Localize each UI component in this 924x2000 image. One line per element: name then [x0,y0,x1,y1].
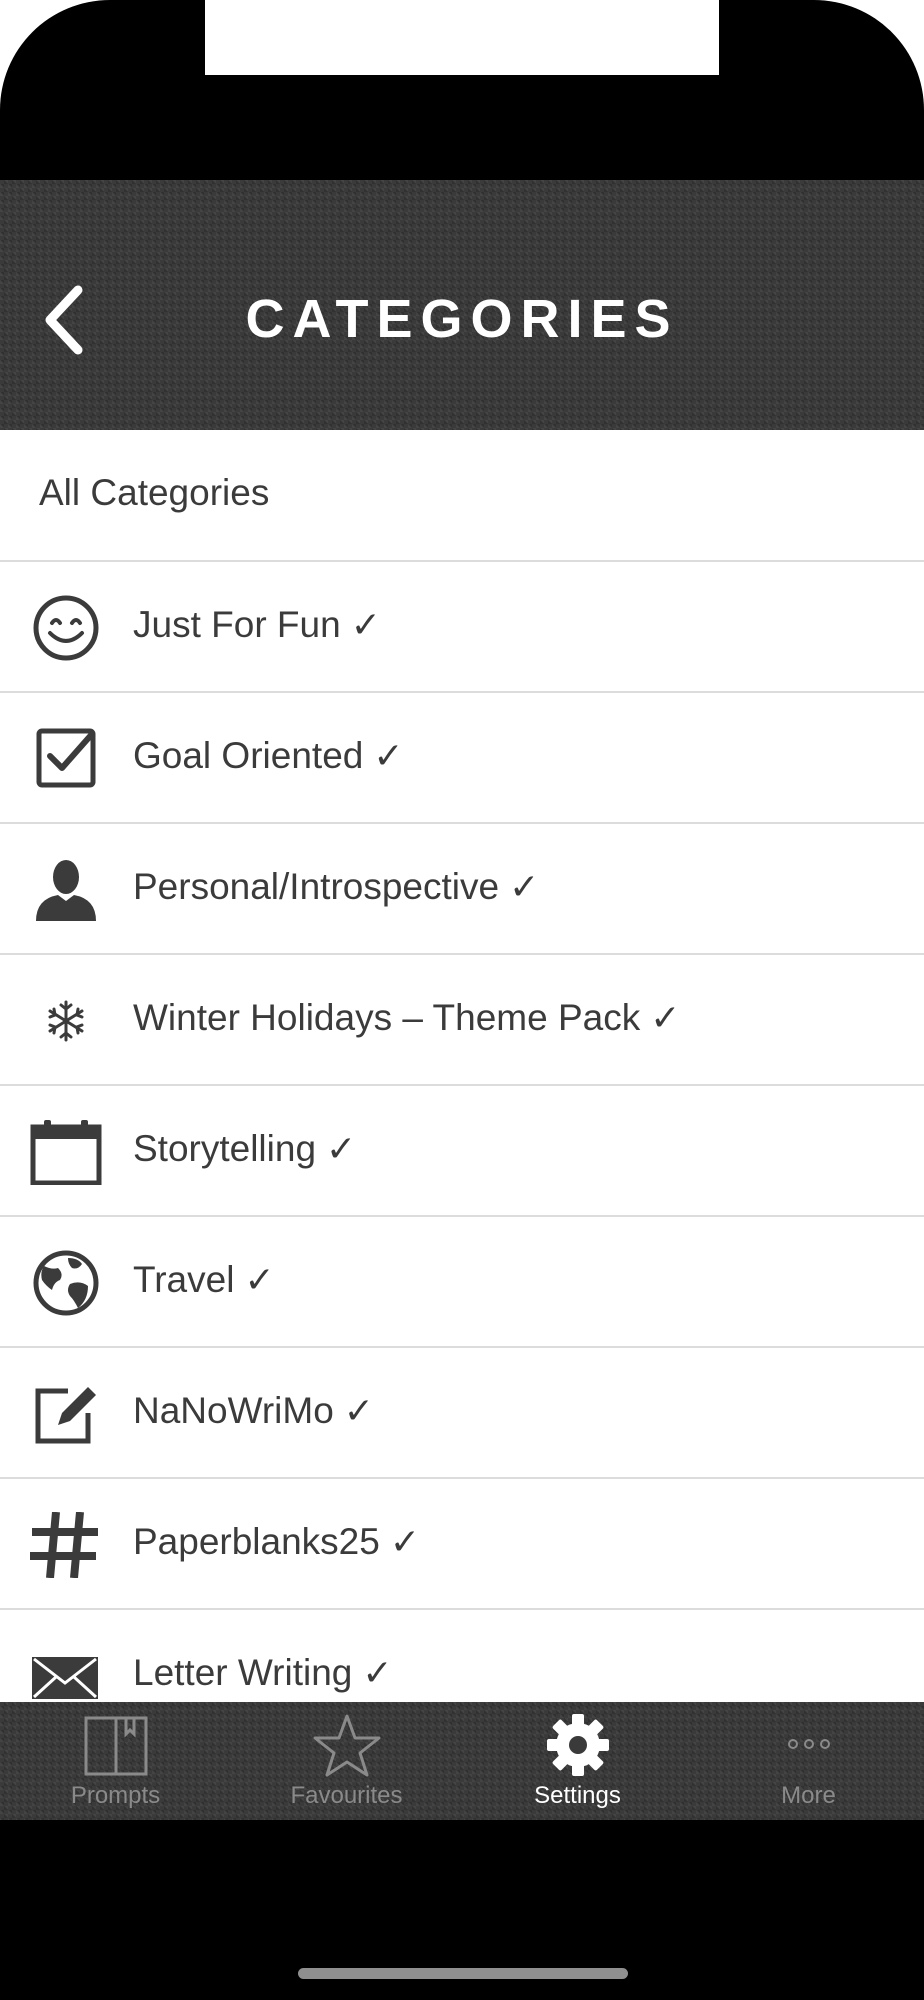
tab-settings[interactable]: Settings [462,1702,693,1820]
calendar-icon [28,1119,104,1186]
list-item[interactable]: Goal Oriented ✓ [0,693,924,824]
navigation-bar: CATEGORIES [0,180,924,430]
snowflake-icon [28,988,104,1054]
list-item-label: Personal/Introspective ✓ [133,866,540,907]
more-dots-icon [775,1712,843,1778]
list-item[interactable]: Travel ✓ [0,1217,924,1348]
book-icon [82,1712,150,1778]
edit-icon [28,1381,104,1447]
checkmark-icon: ✓ [509,866,540,907]
page-title: CATEGORIES [245,289,679,349]
checkmark-icon: ✓ [389,1521,421,1562]
notch-screen-cut [205,0,719,75]
tab-prompts[interactable]: Prompts [0,1702,231,1820]
tab-bar: Prompts Favourites Settings More [0,1702,924,1820]
tab-favourites[interactable]: Favourites [231,1702,462,1820]
checkmark-icon: ✓ [650,997,681,1038]
list-item[interactable]: NaNoWriMo ✓ [0,1348,924,1479]
list-item-label: Goal Oriented ✓ [133,735,404,776]
list-item-label: All Categories [39,472,270,513]
list-item-label: Just For Fun ✓ [133,604,381,645]
tab-label: More [781,1782,836,1809]
checkmark-icon: ✓ [350,604,381,645]
list-item-label: Paperblanks25 ✓ [133,1521,421,1562]
checkmark-icon: ✓ [326,1128,357,1169]
list-item-all-categories[interactable]: All Categories [0,430,924,562]
globe-icon [28,1250,104,1316]
category-list: All Categories Just For Fun ✓ Goal Orien… [0,430,924,1741]
list-item[interactable]: Paperblanks25 ✓ [0,1479,924,1610]
envelope-icon [28,1643,104,1709]
tab-label: Settings [534,1782,621,1809]
list-item-label: NaNoWriMo ✓ [133,1390,374,1431]
list-item-label: Winter Holidays – Theme Pack ✓ [133,997,681,1038]
list-item[interactable]: Winter Holidays – Theme Pack ✓ [0,955,924,1086]
list-item-label: Storytelling ✓ [133,1128,357,1169]
checkmark-icon: ✓ [373,735,404,776]
home-indicator[interactable] [298,1968,628,1979]
list-item[interactable]: Storytelling ✓ [0,1086,924,1217]
tab-more[interactable]: More [693,1702,924,1820]
notch-base [150,75,774,180]
hashtag-icon [28,1511,104,1579]
app-screen: CATEGORIES All Categories Just For Fun✓ [0,180,924,1820]
checkmark-icon: ✓ [244,1259,275,1300]
list-item-label: Travel ✓ [133,1259,275,1300]
smiley-icon [28,595,104,661]
tab-label: Prompts [70,1782,161,1809]
list-item[interactable]: Personal/Introspective ✓ [0,824,924,955]
device-frame: CATEGORIES All Categories Just For Fun✓ [0,0,924,2000]
gear-icon [544,1712,612,1778]
tab-label: Favourites [290,1782,403,1809]
checkmark-icon: ✓ [362,1652,393,1693]
list-item[interactable]: Just For Fun ✓ [0,562,924,693]
list-item-label: Letter Writing ✓ [133,1652,393,1693]
person-icon [28,857,104,923]
checkmark-icon: ✓ [343,1390,374,1431]
star-icon [313,1712,381,1778]
checkbox-icon [28,726,104,792]
